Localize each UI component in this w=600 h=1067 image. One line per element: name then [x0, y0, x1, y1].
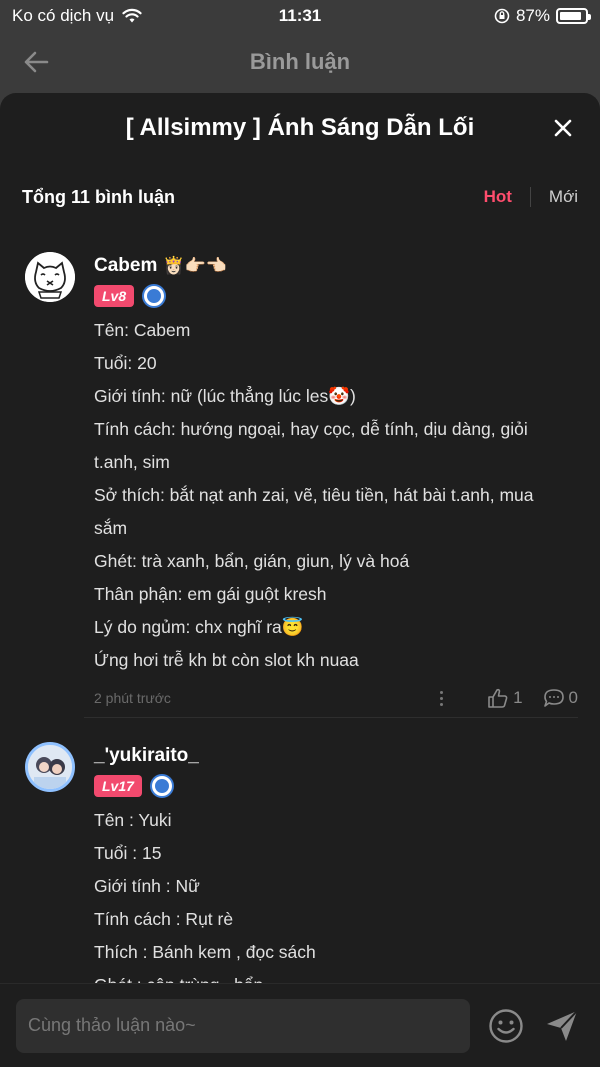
like-button[interactable]: 1: [487, 688, 523, 708]
thumbs-up-icon: [488, 688, 508, 708]
comment-username[interactable]: Cabem 👸🏻👉🏻👈🏻: [94, 252, 578, 280]
comment-line: Tuổi : 15: [94, 843, 162, 863]
avatar[interactable]: [25, 742, 75, 792]
close-button[interactable]: [550, 115, 576, 141]
comment-input[interactable]: [16, 998, 470, 1053]
username-text: _'yukiraito_: [94, 745, 199, 766]
close-icon: [554, 119, 572, 137]
username-emoji: 👸🏻👉🏻👈🏻: [163, 256, 227, 275]
comment-line: Tên: Cabem: [94, 320, 191, 340]
battery-fill: [560, 12, 581, 20]
battery-percent: 87%: [515, 6, 550, 25]
orientation-lock-icon: [494, 8, 510, 24]
comment-item: _'yukiraito_ Lv17 Tên : Yuki Tuổi : 15 G…: [0, 742, 600, 1002]
comment-line: Ứng hơi trễ kh bt còn slot kh nuaa: [94, 650, 359, 670]
comment-line: Tính cách: hướng ngoại, hay cọc, dễ tính…: [94, 419, 528, 439]
comment-input-bar: [0, 983, 600, 1067]
comment-body: Tên : Yuki Tuổi : 15 Giới tính : Nữ Tính…: [94, 804, 578, 1002]
comment-line: Lý do ngủm: chx nghĩ ra😇: [94, 617, 304, 637]
comment-count: Tổng 11 bình luận: [22, 186, 175, 207]
sheet-title: [ Allsimmy ] Ánh Sáng Dẫn Lối: [125, 114, 475, 141]
level-badge: Lv8: [94, 285, 135, 307]
like-count: 1: [513, 688, 523, 707]
comment-line: t.anh, sim: [94, 452, 170, 472]
comment-line: Tên : Yuki: [94, 810, 172, 830]
wifi-icon: [122, 8, 142, 23]
top-nav: Bình luận: [0, 32, 600, 92]
comment-line: Thích : Bánh kem , đọc sách: [94, 942, 316, 962]
verified-icon: [142, 284, 167, 308]
more-options-button[interactable]: [431, 690, 451, 706]
comment-line: Giới tính: nữ (lúc thẳng lúc les🤡): [94, 386, 356, 406]
nav-title: Bình luận: [249, 49, 351, 74]
emoji-button[interactable]: [488, 1008, 524, 1044]
badge-row: Lv17: [94, 774, 578, 798]
sort-divider: [529, 187, 531, 207]
avatar[interactable]: [25, 252, 75, 302]
comment-line: Tính cách : Rụt rè: [94, 909, 234, 929]
comment-line: Thân phận: em gái guột kresh: [94, 584, 327, 604]
comment-username[interactable]: _'yukiraito_: [94, 742, 578, 770]
sheet-header: [ Allsimmy ] Ánh Sáng Dẫn Lối: [0, 93, 600, 163]
comments-sheet: [ Allsimmy ] Ánh Sáng Dẫn Lối Tổng 11 bì…: [0, 93, 600, 1067]
battery-icon: [556, 8, 591, 24]
comment-time: 2 phút trước: [94, 690, 171, 706]
comment-line: Ghét: trà xanh, bẩn, gián, giun, lý và h…: [94, 551, 410, 571]
comment-divider: [84, 717, 578, 718]
verified-icon: [149, 774, 174, 798]
status-left: Ko có dịch vụ: [12, 6, 494, 26]
back-button[interactable]: [20, 46, 52, 78]
reply-button[interactable]: 0: [543, 688, 578, 708]
comment-line: sắm: [94, 518, 128, 538]
comment-line: Tuổi: 20: [94, 353, 157, 373]
send-button[interactable]: [544, 1008, 580, 1044]
paper-plane-icon: [547, 1009, 578, 1041]
badge-row: Lv8: [94, 284, 578, 308]
level-badge: Lv17: [94, 775, 142, 797]
reply-count: 0: [568, 688, 578, 707]
comment-body: Tên: Cabem Tuổi: 20 Giới tính: nữ (lúc t…: [94, 314, 578, 677]
comment-line: Sở thích: bắt nạt anh zai, vẽ, tiêu tiền…: [94, 485, 534, 505]
sort-new-tab[interactable]: Mới: [549, 187, 578, 207]
sort-hot-tab[interactable]: Hot: [484, 187, 512, 207]
status-bar: Ko có dịch vụ 11:31 87%: [0, 0, 600, 32]
user-photo-avatar-icon: [28, 745, 72, 789]
status-right: 87%: [494, 6, 591, 26]
chat-bubble-icon: [543, 689, 564, 707]
comment-line: Giới tính : Nữ: [94, 876, 200, 896]
arrow-left-icon: [24, 51, 49, 73]
cat-avatar-icon: [25, 252, 75, 302]
filter-row: Tổng 11 bình luận Hot Mới: [0, 163, 600, 231]
username-text: Cabem: [94, 255, 158, 276]
smiley-icon: [489, 1008, 523, 1043]
comment-meta: 2 phút trước 1 0: [94, 679, 578, 717]
carrier-label: Ko có dịch vụ: [12, 6, 115, 25]
comment-item: Cabem 👸🏻👉🏻👈🏻 Lv8 Tên: Cabem Tuổi: 20 Giớ…: [0, 252, 600, 717]
